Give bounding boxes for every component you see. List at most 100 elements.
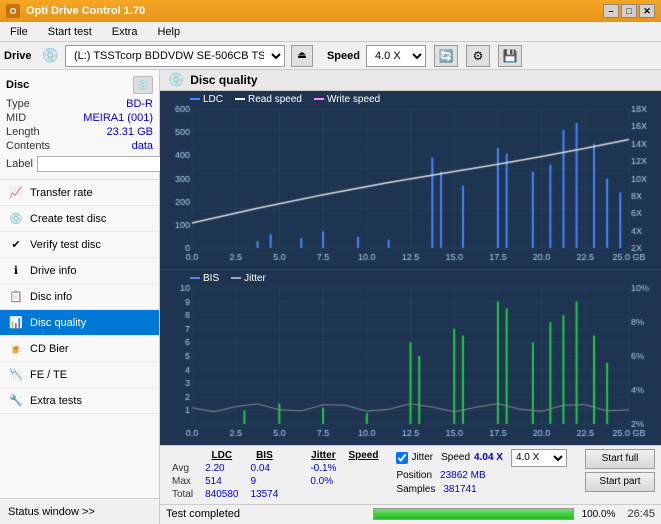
sidebar-item-fe-te[interactable]: 📉 FE / TE [0, 362, 159, 388]
read-legend-label: Read speed [248, 94, 302, 105]
jitter-checkbox-row: Jitter [396, 452, 433, 464]
avg-label: Avg [166, 462, 199, 475]
minimize-button[interactable]: – [603, 4, 619, 18]
sidebar-item-create-test-disc[interactable]: 💿 Create test disc [0, 206, 159, 232]
speed-row: Speed 4.04 X [441, 452, 503, 463]
charts-wrapper: LDC Read speed Write speed [160, 91, 661, 445]
sidebar-item-extra-tests[interactable]: 🔧 Extra tests [0, 388, 159, 414]
label-input[interactable] [37, 156, 175, 172]
drive-bar: Drive 💿 (L:) TSSTcorp BDDVDW SE-506CB TS… [0, 42, 661, 70]
eject-button[interactable]: ⏏ [291, 45, 313, 67]
position-val: 23862 MB [440, 470, 486, 481]
menu-start-test[interactable]: Start test [42, 24, 98, 40]
bottom-bar: Test completed 100.0% 26:45 [160, 504, 661, 524]
extra-tests-icon: 🔧 [8, 393, 24, 409]
progress-bar-fill [374, 509, 573, 519]
label-label: Label [6, 158, 33, 170]
sidebar-item-cd-bier[interactable]: 🍺 CD Bier [0, 336, 159, 362]
menu-help[interactable]: Help [151, 24, 186, 40]
disc-quality-icon: 📊 [8, 315, 24, 331]
disc-quality-header-icon: 💿 [168, 72, 184, 88]
speed-stat-val: 4.04 X [474, 452, 503, 463]
verify-test-disc-icon: ✔ [8, 237, 24, 253]
window-controls: – □ ✕ [603, 4, 655, 18]
stats-table: LDC BIS Jitter Speed Avg 2.20 0.04 -0.1%… [166, 449, 384, 501]
start-buttons: Start full Start part [585, 449, 655, 492]
refresh-button[interactable]: 🔄 [434, 45, 458, 67]
maximize-button[interactable]: □ [621, 4, 637, 18]
start-part-button[interactable]: Start part [585, 472, 655, 492]
legend-ldc: LDC [190, 94, 223, 105]
transfer-rate-label: Transfer rate [30, 187, 93, 199]
max-jitter: 0.0% [304, 475, 342, 488]
write-legend-label: Write speed [327, 94, 380, 105]
avg-jitter: -0.1% [304, 462, 342, 475]
type-value: BD-R [126, 98, 153, 110]
menu-file[interactable]: File [4, 24, 34, 40]
avg-ldc: 2.20 [199, 462, 244, 475]
drive-select[interactable]: (L:) TSSTcorp BDDVDW SE-506CB TS02 [65, 45, 285, 67]
content-area: 💿 Disc quality LDC Read speed [160, 70, 661, 524]
samples-label: Samples [396, 484, 435, 495]
type-label: Type [6, 98, 30, 110]
legend-write: Write speed [314, 94, 380, 105]
chart1-canvas [160, 91, 661, 266]
drive-info-label: Drive info [30, 265, 76, 277]
speed-select[interactable]: 4.0 X [366, 45, 426, 67]
samples-row: Samples 381741 [396, 484, 567, 495]
jitter-check-label: Jitter [411, 452, 433, 463]
speed-label: Speed [327, 50, 360, 62]
max-label: Max [166, 475, 199, 488]
chart2-canvas [160, 270, 661, 442]
contents-value: data [132, 140, 153, 152]
disc-info-label: Disc info [30, 291, 72, 303]
app-title: Opti Drive Control 1.70 [26, 5, 145, 17]
legend-bis: BIS [190, 273, 219, 284]
disc-panel: Disc 💿 Type BD-R MID MEIRA1 (001) Length… [0, 70, 159, 180]
time-text: 26:45 [627, 508, 655, 520]
drive-disc-icon: 💿 [42, 47, 59, 64]
mid-label: MID [6, 112, 26, 124]
mid-value: MEIRA1 (001) [83, 112, 153, 124]
sidebar-item-disc-quality[interactable]: 📊 Disc quality [0, 310, 159, 336]
jitter-checkbox[interactable] [396, 452, 408, 464]
create-test-disc-label: Create test disc [30, 213, 106, 225]
close-button[interactable]: ✕ [639, 4, 655, 18]
menu-extra[interactable]: Extra [106, 24, 144, 40]
stats-speed-select[interactable]: 4.0 X [511, 449, 567, 467]
write-legend-dot [314, 98, 324, 100]
disc-quality-title: Disc quality [190, 73, 257, 87]
app-icon: O [6, 4, 20, 18]
extra-tests-label: Extra tests [30, 395, 82, 407]
stats-bar: LDC BIS Jitter Speed Avg 2.20 0.04 -0.1%… [160, 445, 661, 504]
cd-bier-label: CD Bier [30, 343, 69, 355]
status-text: Test completed [166, 508, 365, 520]
speed-stat-label: Speed [441, 452, 470, 463]
sidebar-item-drive-info[interactable]: ℹ Drive info [0, 258, 159, 284]
avg-bis: 0.04 [245, 462, 285, 475]
disk-button[interactable]: 💾 [498, 45, 522, 67]
drive-label: Drive [4, 50, 32, 62]
bis-header: BIS [245, 449, 285, 462]
progress-text: 100.0% [582, 509, 616, 520]
ldc-header: LDC [199, 449, 244, 462]
settings-button[interactable]: ⚙ [466, 45, 490, 67]
chart2-container: BIS Jitter [160, 270, 661, 445]
chart1-container: LDC Read speed Write speed [160, 91, 661, 270]
jitter-header: Jitter [304, 449, 342, 462]
bis-legend-dot [190, 277, 200, 279]
sidebar-item-transfer-rate[interactable]: 📈 Transfer rate [0, 180, 159, 206]
total-bis: 13574 [245, 488, 285, 501]
position-label: Position [396, 470, 432, 481]
sidebar-item-disc-info[interactable]: 📋 Disc info [0, 284, 159, 310]
total-ldc: 840580 [199, 488, 244, 501]
jitter-speed-row: Jitter Speed 4.04 X 4.0 X [396, 449, 567, 467]
legend-jitter: Jitter [231, 273, 266, 284]
fe-te-icon: 📉 [8, 367, 24, 383]
bis-legend-label: BIS [203, 273, 219, 284]
total-label: Total [166, 488, 199, 501]
verify-test-disc-label: Verify test disc [30, 239, 101, 251]
sidebar-item-verify-test-disc[interactable]: ✔ Verify test disc [0, 232, 159, 258]
start-full-button[interactable]: Start full [585, 449, 655, 469]
status-window-button[interactable]: Status window >> [0, 498, 159, 524]
